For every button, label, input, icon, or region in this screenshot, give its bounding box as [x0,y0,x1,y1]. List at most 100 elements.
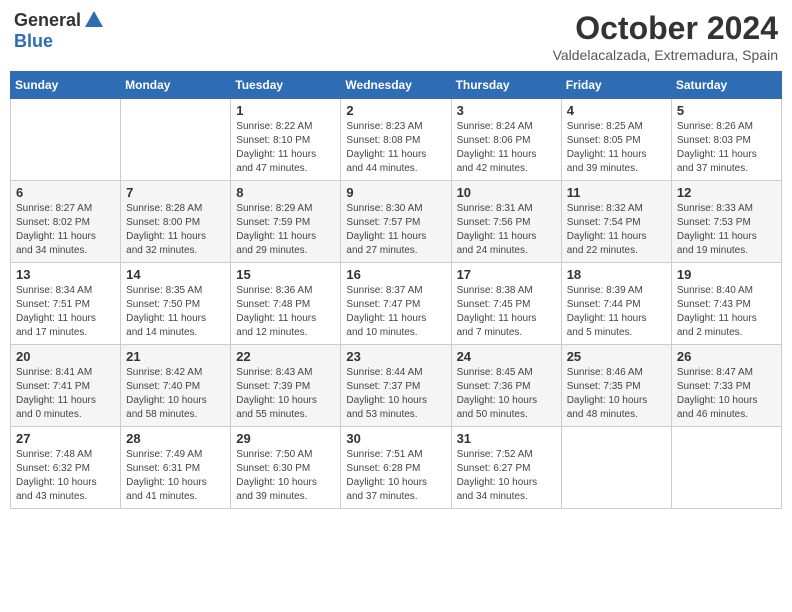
day-number: 22 [236,349,335,364]
calendar-cell: 8Sunrise: 8:29 AM Sunset: 7:59 PM Daylig… [231,181,341,263]
day-number: 21 [126,349,225,364]
calendar-cell: 2 Sunrise: 8:23 AM Sunset: 8:08 PM Daylig… [341,99,451,181]
calendar-cell: 14 Sunrise: 8:35 AM Sunset: 7:50 PM Dayli… [121,263,231,345]
calendar-header: SundayMondayTuesdayWednesdayThursdayFrid… [11,72,782,99]
header-wednesday: Wednesday [341,72,451,99]
calendar-cell: 20Sunrise: 8:41 AM Sunset: 7:41 PM Dayli… [11,345,121,427]
day-info: Sunrise: 8:24 AM Sunset: 8:06 PM Dayligh… [457,120,556,176]
calendar-cell: 26 Sunrise: 8:47 AM Sunset: 7:33 PM Dayli… [671,345,781,427]
calendar-cell: 21Sunrise: 8:42 AM Sunset: 7:40 PM Dayli… [121,345,231,427]
day-number: 1 [236,103,335,118]
day-info: Sunrise: 7:51 AM Sunset: 6:28 PM Dayligh… [346,448,445,504]
day-info: Sunrise: 8:43 AM Sunset: 7:39 PM Dayligh… [236,366,335,422]
day-info: Sunrise: 8:46 AM Sunset: 7:35 PM Dayligh… [567,366,666,422]
day-number: 28 [126,431,225,446]
day-info: Sunrise: 8:29 AM Sunset: 7:59 PM Dayligh… [236,202,335,258]
day-info: Sunrise: 8:35 AM Sunset: 7:50 PM Dayligh… [126,284,225,340]
day-info: Sunrise: 8:30 AM Sunset: 7:57 PM Dayligh… [346,202,445,258]
calendar-cell: 5 Sunrise: 8:26 AM Sunset: 8:03 PM Daylig… [671,99,781,181]
logo-general-text: General [14,10,81,31]
day-info: Sunrise: 7:49 AM Sunset: 6:31 PM Dayligh… [126,448,225,504]
calendar-cell: 28 Sunrise: 7:49 AM Sunset: 6:31 PM Dayli… [121,427,231,509]
calendar-cell: 15Sunrise: 8:36 AM Sunset: 7:48 PM Dayli… [231,263,341,345]
day-number: 29 [236,431,335,446]
day-number: 4 [567,103,666,118]
week-row-5: 27 Sunrise: 7:48 AM Sunset: 6:32 PM Dayli… [11,427,782,509]
month-title: October 2024 [553,10,778,47]
logo-icon [83,9,105,31]
day-info: Sunrise: 8:38 AM Sunset: 7:45 PM Dayligh… [457,284,556,340]
calendar-cell: 13 Sunrise: 8:34 AM Sunset: 7:51 PM Dayli… [11,263,121,345]
calendar-cell [561,427,671,509]
calendar-cell: 19 Sunrise: 8:40 AM Sunset: 7:43 PM Dayli… [671,263,781,345]
day-number: 2 [346,103,445,118]
day-number: 19 [677,267,776,282]
calendar-cell: 27 Sunrise: 7:48 AM Sunset: 6:32 PM Dayli… [11,427,121,509]
day-info: Sunrise: 8:47 AM Sunset: 7:33 PM Dayligh… [677,366,776,422]
calendar-cell [121,99,231,181]
day-number: 5 [677,103,776,118]
day-number: 18 [567,267,666,282]
day-info: Sunrise: 7:50 AM Sunset: 6:30 PM Dayligh… [236,448,335,504]
day-number: 31 [457,431,556,446]
day-number: 15 [236,267,335,282]
calendar-cell: 10 Sunrise: 8:31 AM Sunset: 7:56 PM Dayli… [451,181,561,263]
header-friday: Friday [561,72,671,99]
day-number: 26 [677,349,776,364]
day-info: Sunrise: 8:44 AM Sunset: 7:37 PM Dayligh… [346,366,445,422]
header-monday: Monday [121,72,231,99]
day-info: Sunrise: 8:39 AM Sunset: 7:44 PM Dayligh… [567,284,666,340]
day-number: 3 [457,103,556,118]
header-row: SundayMondayTuesdayWednesdayThursdayFrid… [11,72,782,99]
day-info: Sunrise: 8:27 AM Sunset: 8:02 PM Dayligh… [16,202,115,258]
calendar-table: SundayMondayTuesdayWednesdayThursdayFrid… [10,71,782,509]
day-number: 11 [567,185,666,200]
day-info: Sunrise: 8:40 AM Sunset: 7:43 PM Dayligh… [677,284,776,340]
day-info: Sunrise: 8:41 AM Sunset: 7:41 PM Dayligh… [16,366,115,422]
day-info: Sunrise: 8:22 AM Sunset: 8:10 PM Dayligh… [236,120,335,176]
day-number: 23 [346,349,445,364]
day-info: Sunrise: 7:48 AM Sunset: 6:32 PM Dayligh… [16,448,115,504]
week-row-4: 20Sunrise: 8:41 AM Sunset: 7:41 PM Dayli… [11,345,782,427]
day-number: 17 [457,267,556,282]
day-info: Sunrise: 8:37 AM Sunset: 7:47 PM Dayligh… [346,284,445,340]
day-info: Sunrise: 8:34 AM Sunset: 7:51 PM Dayligh… [16,284,115,340]
day-info: Sunrise: 8:26 AM Sunset: 8:03 PM Dayligh… [677,120,776,176]
day-number: 16 [346,267,445,282]
calendar-cell: 18 Sunrise: 8:39 AM Sunset: 7:44 PM Dayli… [561,263,671,345]
calendar-cell: 1 Sunrise: 8:22 AM Sunset: 8:10 PM Daylig… [231,99,341,181]
day-number: 27 [16,431,115,446]
calendar-cell: 31 Sunrise: 7:52 AM Sunset: 6:27 PM Dayli… [451,427,561,509]
calendar-cell: 29 Sunrise: 7:50 AM Sunset: 6:30 PM Dayli… [231,427,341,509]
week-row-3: 13 Sunrise: 8:34 AM Sunset: 7:51 PM Dayli… [11,263,782,345]
day-number: 14 [126,267,225,282]
week-row-1: 1 Sunrise: 8:22 AM Sunset: 8:10 PM Daylig… [11,99,782,181]
calendar-cell: 30 Sunrise: 7:51 AM Sunset: 6:28 PM Dayli… [341,427,451,509]
calendar-cell: 23 Sunrise: 8:44 AM Sunset: 7:37 PM Dayli… [341,345,451,427]
day-number: 30 [346,431,445,446]
header-saturday: Saturday [671,72,781,99]
day-info: Sunrise: 8:33 AM Sunset: 7:53 PM Dayligh… [677,202,776,258]
day-info: Sunrise: 8:31 AM Sunset: 7:56 PM Dayligh… [457,202,556,258]
location-title: Valdelacalzada, Extremadura, Spain [553,47,778,63]
calendar-cell: 7Sunrise: 8:28 AM Sunset: 8:00 PM Daylig… [121,181,231,263]
calendar-cell [11,99,121,181]
day-number: 9 [346,185,445,200]
day-number: 13 [16,267,115,282]
calendar-cell: 16 Sunrise: 8:37 AM Sunset: 7:47 PM Dayli… [341,263,451,345]
day-info: Sunrise: 8:23 AM Sunset: 8:08 PM Dayligh… [346,120,445,176]
day-info: Sunrise: 7:52 AM Sunset: 6:27 PM Dayligh… [457,448,556,504]
page-header: General Blue October 2024 Valdelacalzada… [10,10,782,63]
header-thursday: Thursday [451,72,561,99]
header-tuesday: Tuesday [231,72,341,99]
calendar-cell: 22 Sunrise: 8:43 AM Sunset: 7:39 PM Dayli… [231,345,341,427]
header-sunday: Sunday [11,72,121,99]
logo-blue-text: Blue [14,31,53,51]
calendar-cell: 6Sunrise: 8:27 AM Sunset: 8:02 PM Daylig… [11,181,121,263]
calendar-body: 1 Sunrise: 8:22 AM Sunset: 8:10 PM Daylig… [11,99,782,509]
day-number: 10 [457,185,556,200]
day-number: 24 [457,349,556,364]
week-row-2: 6Sunrise: 8:27 AM Sunset: 8:02 PM Daylig… [11,181,782,263]
calendar-cell: 9 Sunrise: 8:30 AM Sunset: 7:57 PM Daylig… [341,181,451,263]
calendar-cell: 17 Sunrise: 8:38 AM Sunset: 7:45 PM Dayli… [451,263,561,345]
